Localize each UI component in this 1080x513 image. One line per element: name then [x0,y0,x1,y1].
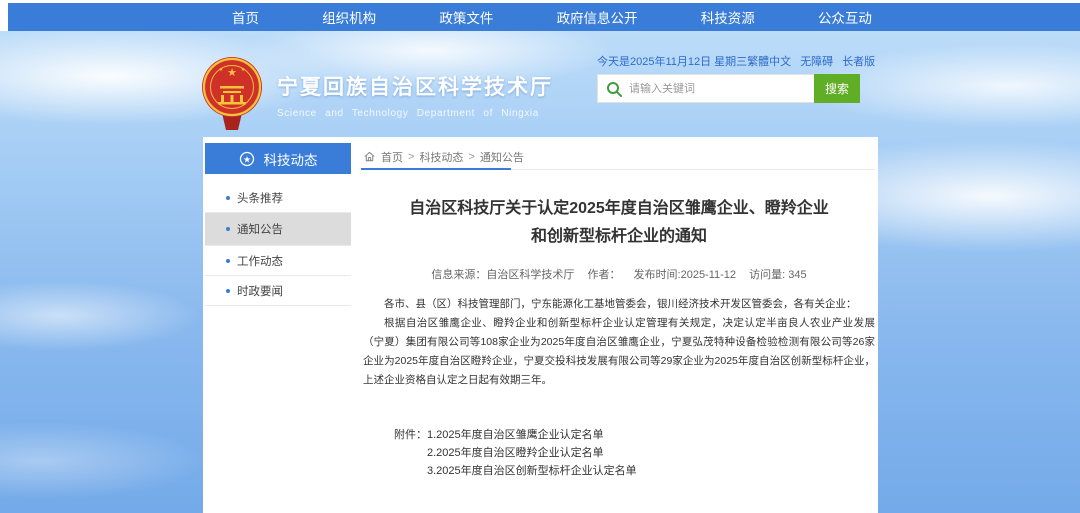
sidebar-title: 科技动态 [264,149,318,169]
sidebar-item-notices[interactable]: 通知公告 [205,213,351,246]
article-body: 各市、县（区）科技管理部门，宁东能源化工基地管委会，银川经济技术开发区管委会，各… [363,295,875,390]
link-traditional-chinese[interactable]: 繁體中文 [747,53,791,69]
nav-item-organization[interactable]: 组织机构 [322,7,376,27]
bullet-dot [226,227,230,231]
main-content: 首页 > 科技动态 > 通知公告 自治区科技厅关于认定2025年度自治区雏鹰企业… [363,144,875,480]
search-button[interactable]: 搜索 [814,74,860,103]
header-utility-bar: 今天是2025年11月12日 星期三 繁體中文 无障碍 长者版 [597,53,875,69]
svg-text:★: ★ [227,67,237,79]
sidebar-item-headlines[interactable]: 头条推荐 [205,183,351,213]
bullet-dot [226,259,230,263]
svg-text:★: ★ [241,67,246,73]
breadcrumb-active-underline [361,168,511,170]
home-icon [363,150,376,163]
sidebar-item-current-politics[interactable]: 时政要闻 [205,276,351,306]
sidebar-item-label: 通知公告 [237,221,283,237]
bullet-dot [226,196,230,200]
content-wrapper: ★ 科技动态 头条推荐 通知公告 工作动态 时政要闻 [203,137,878,513]
national-emblem-icon: ★ ★ ★ [199,55,265,131]
meta-author: 作者： [587,269,620,281]
breadcrumb: 首页 > 科技动态 > 通知公告 [363,144,875,170]
link-accessibility[interactable]: 无障碍 [800,53,833,69]
sidebar-menu: 头条推荐 通知公告 工作动态 时政要闻 [205,183,351,306]
attachments-list: 1.2025年度自治区雏鹰企业认定名单 2.2025年度自治区瞪羚企业认定名单 … [427,426,637,480]
attachment-link-gazelle-list[interactable]: 2.2025年度自治区瞪羚企业认定名单 [427,444,637,462]
nav-item-gov-info-disclosure[interactable]: 政府信息公开 [557,7,638,27]
sidebar-item-work-updates[interactable]: 工作动态 [205,246,351,276]
attachments-section: 附件： 1.2025年度自治区雏鹰企业认定名单 2.2025年度自治区瞪羚企业认… [394,426,875,480]
search-icon [606,81,623,98]
nav-item-policy-documents[interactable]: 政策文件 [439,7,493,27]
attachments-label: 附件： [394,426,427,480]
sidebar-item-label: 头条推荐 [237,190,283,206]
attachment-link-benchmark-list[interactable]: 3.2025年度自治区创新型标杆企业认定名单 [427,462,637,480]
nav-item-tech-resources[interactable]: 科技资源 [701,7,755,27]
quick-links: 繁體中文 无障碍 长者版 [747,53,875,69]
site-logo[interactable]: ★ ★ ★ [199,55,265,131]
bullet-dot [226,289,230,293]
meta-source: 信息来源：自治区科学技术厅 [431,269,574,281]
nav-item-public-interaction[interactable]: 公众互动 [818,7,872,27]
breadcrumb-notices[interactable]: 通知公告 [480,149,524,165]
top-navigation: 首页 组织机构 政策文件 政府信息公开 科技资源 公众互动 [8,3,1080,31]
sidebar-item-label: 工作动态 [237,253,283,269]
search-input[interactable] [598,75,814,102]
site-subtitle-en: Science and Technology Department of Nin… [277,108,553,119]
article-title: 自治区科技厅关于认定2025年度自治区雏鹰企业、瞪羚企业 和创新型标杆企业的通知 [363,195,875,251]
article-meta: 信息来源：自治区科学技术厅 作者： 发布时间:2025-11-12 访问量: 3… [363,266,875,282]
breadcrumb-separator: > [408,151,414,163]
tech-news-icon: ★ [239,151,255,167]
site-titles: 宁夏回族自治区科学技术厅 Science and Technology Depa… [277,71,553,119]
link-elderly-version[interactable]: 长者版 [842,53,875,69]
breadcrumb-home[interactable]: 首页 [381,149,403,165]
meta-publish-date: 发布时间:2025-11-12 [634,269,737,281]
current-date-text: 今天是2025年11月12日 星期三 [597,53,747,69]
sidebar-header: ★ 科技动态 [205,143,351,174]
article-paragraph: 各市、县（区）科技管理部门，宁东能源化工基地管委会，银川经济技术开发区管委会，各… [363,295,875,314]
article-title-line1: 自治区科技厅关于认定2025年度自治区雏鹰企业、瞪羚企业 [409,200,829,217]
article-paragraph: 根据自治区雏鹰企业、瞪羚企业和创新型标杆企业认定管理有关规定，决定认定半亩良人农… [363,314,875,390]
meta-visit-count: 访问量: 345 [749,269,806,281]
site-title: 宁夏回族自治区科学技术厅 [277,71,553,101]
sidebar-item-label: 时政要闻 [237,283,283,299]
sidebar: ★ 科技动态 头条推荐 通知公告 工作动态 时政要闻 [205,143,351,306]
search-bar: 搜索 [597,74,860,103]
svg-text:★: ★ [219,67,224,73]
nav-item-home[interactable]: 首页 [232,7,259,27]
svg-text:★: ★ [242,154,250,164]
attachment-link-eagle-list[interactable]: 1.2025年度自治区雏鹰企业认定名单 [427,426,637,444]
article-title-line2: 和创新型标杆企业的通知 [531,228,707,245]
breadcrumb-tech-news[interactable]: 科技动态 [419,149,463,165]
breadcrumb-separator: > [468,151,474,163]
search-input-wrap [598,75,814,102]
